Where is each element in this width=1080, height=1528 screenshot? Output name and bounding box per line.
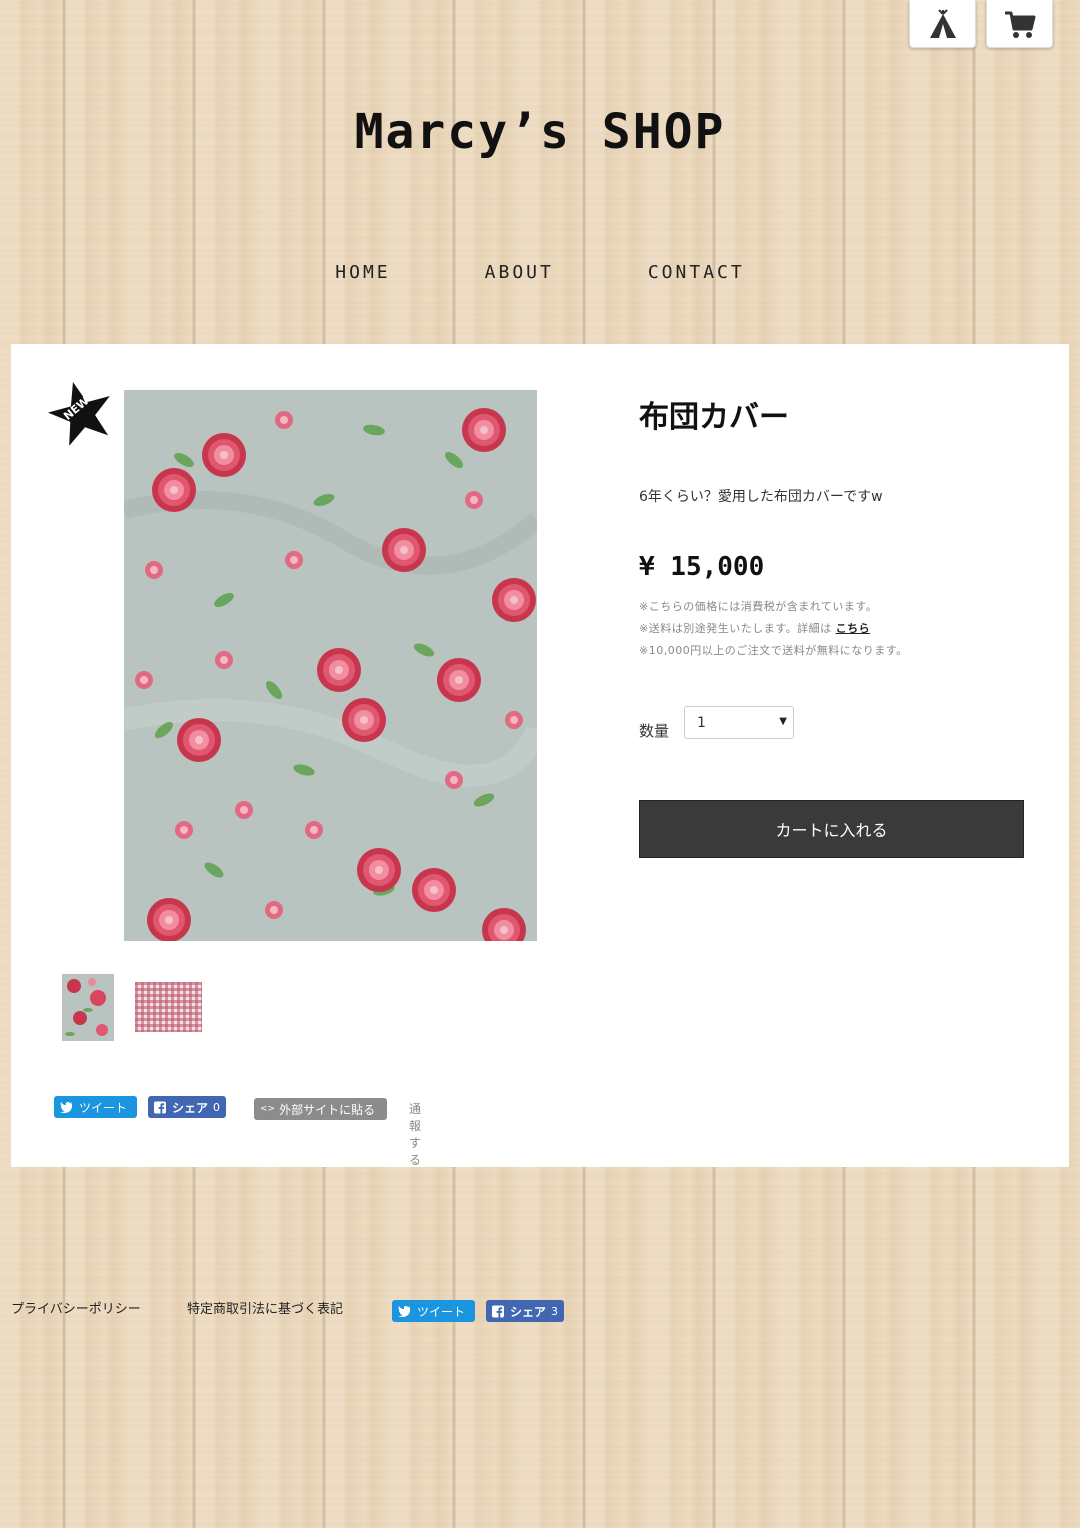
privacy-policy-link[interactable]: プライバシーポリシー <box>11 1298 141 1317</box>
quantity-select[interactable]: 1 ▼ <box>684 706 794 739</box>
free-shipping-note: ※10,000円以上のご注文で送料が無料になります。 <box>639 644 908 657</box>
facebook-icon <box>154 1101 166 1113</box>
dropdown-arrow-icon: ▼ <box>779 716 787 727</box>
footer: プライバシーポリシー 特定商取引法に基づく表記 ツイート シェア 3 <box>0 1298 1080 1328</box>
nav-home[interactable]: HOME <box>335 262 390 283</box>
product-description: 6年くらい？愛用した布団カバーですw <box>639 489 883 505</box>
product-price: ¥ 15,000 <box>639 552 765 582</box>
facebook-icon <box>492 1305 504 1317</box>
tax-note: ※こちらの価格には消費税が含まれています。 <box>639 600 878 613</box>
shipping-note: ※送料は別途発生いたします。詳細は こちら <box>639 622 871 635</box>
cart-icon <box>1004 11 1035 38</box>
nav-about[interactable]: ABOUT <box>485 262 554 283</box>
report-link[interactable]: 通報する <box>409 1100 421 1168</box>
twitter-icon <box>398 1305 411 1317</box>
twitter-icon <box>60 1101 73 1113</box>
code-icon: <> <box>260 1104 276 1114</box>
footer-tweet-button[interactable]: ツイート <box>392 1300 475 1322</box>
product-thumbnail-1[interactable] <box>62 974 114 1041</box>
new-badge: NEW <box>41 376 117 452</box>
nav-contact[interactable]: CONTACT <box>648 262 745 283</box>
site-title[interactable]: Marcy’s SHOP <box>0 104 1080 160</box>
shipping-details-link[interactable]: こちら <box>836 622 871 635</box>
product-title: 布団カバー <box>639 400 789 435</box>
tent-button[interactable] <box>909 0 976 48</box>
product-thumbnail-2[interactable] <box>135 982 202 1032</box>
legal-notice-link[interactable]: 特定商取引法に基づく表記 <box>187 1298 343 1317</box>
product-main-image[interactable] <box>124 390 537 941</box>
add-to-cart-button[interactable]: カートに入れる <box>639 800 1024 858</box>
product-panel: NEW ツイート シェア 0 <> 外部サイトに貼る 通報する 布団カバー 6年… <box>11 344 1069 1167</box>
tent-icon <box>929 8 956 38</box>
tweet-button[interactable]: ツイート <box>54 1096 137 1118</box>
facebook-share-button[interactable]: シェア 0 <box>148 1096 226 1118</box>
embed-button[interactable]: <> 外部サイトに貼る <box>254 1098 387 1120</box>
cart-button[interactable] <box>986 0 1053 48</box>
footer-facebook-share-button[interactable]: シェア 3 <box>486 1300 564 1322</box>
quantity-label: 数量 <box>639 722 670 740</box>
main-nav: HOME ABOUT CONTACT <box>0 262 1080 283</box>
